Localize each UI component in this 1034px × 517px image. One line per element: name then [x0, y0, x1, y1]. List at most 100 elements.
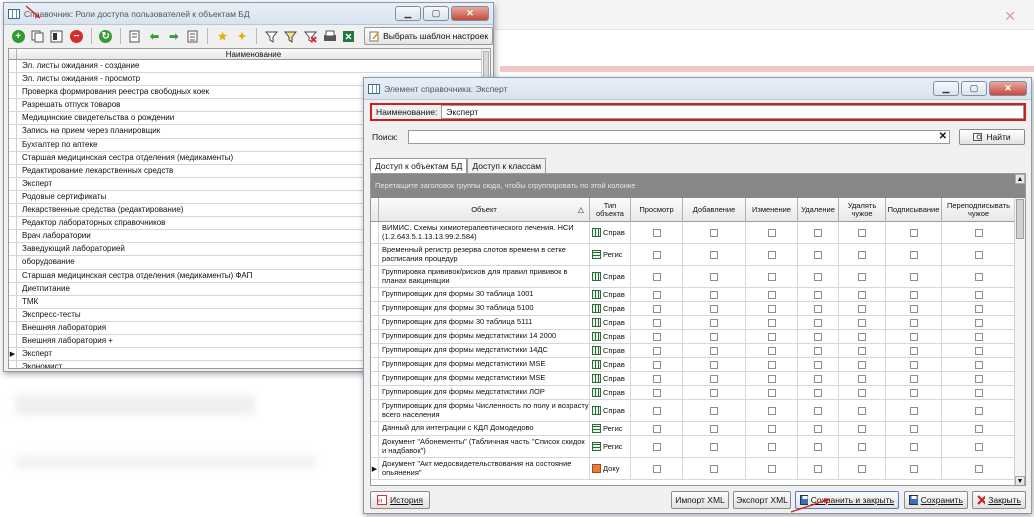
permission-checkbox[interactable] — [974, 360, 983, 369]
search-input[interactable]: ✕ — [408, 130, 950, 144]
permission-checkbox[interactable] — [909, 272, 918, 281]
permission-checkbox[interactable] — [909, 388, 918, 397]
column-header[interactable]: Просмотр — [631, 198, 683, 222]
permission-checkbox[interactable] — [767, 228, 776, 237]
permission-checkbox[interactable] — [652, 318, 661, 327]
permission-checkbox[interactable] — [767, 290, 776, 299]
permission-checkbox[interactable] — [814, 250, 822, 259]
scrollbar-thumb[interactable] — [1016, 199, 1024, 239]
close-form-button[interactable]: Закрыть — [972, 491, 1026, 509]
permission-checkbox[interactable] — [909, 442, 918, 451]
permission-checkbox[interactable] — [858, 290, 866, 299]
clear-search-icon[interactable]: ✕ — [939, 131, 947, 143]
permission-checkbox[interactable] — [974, 250, 983, 259]
permission-checkbox[interactable] — [814, 332, 822, 341]
table-row[interactable]: Группировщик для формы медстатистики 14 … — [371, 330, 1016, 344]
permission-checkbox[interactable] — [974, 346, 983, 355]
permission-checkbox[interactable] — [814, 290, 822, 299]
permission-checkbox[interactable] — [909, 406, 918, 415]
table-row[interactable]: Группировщик для формы медстатистики 14Д… — [371, 344, 1016, 358]
permission-checkbox[interactable] — [974, 424, 983, 433]
permission-checkbox[interactable] — [767, 346, 776, 355]
permission-checkbox[interactable] — [652, 304, 661, 313]
permission-checkbox[interactable] — [909, 464, 918, 473]
permission-checkbox[interactable] — [974, 464, 983, 473]
permission-checkbox[interactable] — [909, 332, 918, 341]
permission-checkbox[interactable] — [652, 332, 661, 341]
column-header[interactable]: Удаление — [798, 198, 839, 222]
permission-checkbox[interactable] — [974, 374, 983, 383]
permission-checkbox[interactable] — [909, 250, 918, 259]
column-header[interactable]: Удалять чужое — [839, 198, 886, 222]
permission-checkbox[interactable] — [814, 318, 822, 327]
maximize-button[interactable]: ▢ — [423, 6, 449, 21]
permission-checkbox[interactable] — [814, 228, 822, 237]
table-row[interactable]: ВИМИС. Схемы химиотерапевтического лечен… — [371, 222, 1016, 244]
permission-checkbox[interactable] — [858, 424, 866, 433]
permission-checkbox[interactable] — [652, 360, 661, 369]
column-header[interactable]: Объект △ — [379, 198, 590, 222]
arrow-left-icon[interactable]: ⬅ — [146, 28, 162, 45]
permission-checkbox[interactable] — [974, 442, 983, 451]
permission-checkbox[interactable] — [814, 424, 822, 433]
refresh-icon[interactable]: ↻ — [98, 28, 114, 45]
permission-checkbox[interactable] — [858, 406, 866, 415]
permission-checkbox[interactable] — [858, 374, 866, 383]
print-icon[interactable] — [321, 28, 337, 45]
table-row[interactable]: Группировщик для формы медстатистики ЛОР… — [371, 386, 1016, 400]
table-row[interactable]: Группировщик для формы медстатистики MSE… — [371, 372, 1016, 386]
permission-checkbox[interactable] — [652, 346, 661, 355]
permission-checkbox[interactable] — [652, 272, 661, 281]
delete-icon[interactable]: − — [68, 28, 84, 45]
permission-checkbox[interactable] — [974, 332, 983, 341]
scroll-up-icon[interactable]: ▲ — [1015, 174, 1025, 184]
permission-checkbox[interactable] — [767, 406, 776, 415]
permission-checkbox[interactable] — [710, 360, 718, 369]
permission-checkbox[interactable] — [814, 388, 822, 397]
permission-checkbox[interactable] — [909, 228, 918, 237]
permission-checkbox[interactable] — [652, 374, 661, 383]
access-grid-scrollbar[interactable]: ▲ ▼ — [1014, 174, 1025, 485]
permission-checkbox[interactable] — [767, 442, 776, 451]
excel-icon[interactable] — [341, 28, 357, 45]
tab-db-objects-access[interactable]: Доступ к объектам БД — [370, 158, 468, 174]
permission-checkbox[interactable] — [652, 424, 661, 433]
filter-clear-icon[interactable] — [302, 28, 318, 45]
column-header[interactable]: Переподписывать чужое — [942, 198, 1016, 222]
permission-checkbox[interactable] — [710, 290, 718, 299]
permission-checkbox[interactable] — [974, 406, 983, 415]
column-header[interactable]: Тип объекта — [590, 198, 631, 222]
permission-checkbox[interactable] — [814, 406, 822, 415]
save-button[interactable]: Сохранить — [904, 491, 968, 509]
table-row[interactable]: Группировщик для формы 30 таблица 5100 Сп… — [371, 302, 1016, 316]
choose-template-button[interactable]: Выбрать шаблон настроек — [364, 27, 494, 45]
permission-checkbox[interactable] — [814, 346, 822, 355]
table-row[interactable]: Группировщик для формы 30 таблица 1001 Сп… — [371, 288, 1016, 302]
permission-checkbox[interactable] — [814, 360, 822, 369]
permission-checkbox[interactable] — [858, 250, 866, 259]
table-row[interactable]: ▶ Документ "Акт медосвидетельствования на… — [371, 458, 1016, 480]
permission-checkbox[interactable] — [710, 442, 718, 451]
column-header[interactable]: Добавление — [683, 198, 746, 222]
table-row[interactable]: Группировщик для формы медстатистики MSE… — [371, 358, 1016, 372]
list-item[interactable]: Эл. листы ожидания - создание — [9, 60, 490, 74]
element-window-titlebar[interactable]: Элемент справочника: Эксперт ▁ ▢ ✕ — [364, 78, 1031, 100]
permission-checkbox[interactable] — [767, 304, 776, 313]
permission-checkbox[interactable] — [767, 424, 776, 433]
filter-settings-icon[interactable] — [283, 28, 299, 45]
import-xml-button[interactable]: Импорт XML — [671, 491, 729, 509]
permission-checkbox[interactable] — [858, 346, 866, 355]
list-icon[interactable] — [185, 28, 201, 45]
close-button[interactable]: ✕ — [451, 6, 489, 21]
permission-checkbox[interactable] — [652, 388, 661, 397]
permission-checkbox[interactable] — [710, 346, 718, 355]
scroll-down-icon[interactable]: ▼ — [1015, 476, 1025, 485]
roles-window-titlebar[interactable]: Справочник: Роли доступа пользователей к… — [4, 3, 493, 25]
group-by-panel[interactable]: Перетащите заголовок группы сюда, чтобы … — [371, 174, 1025, 198]
permission-checkbox[interactable] — [858, 228, 866, 237]
permission-checkbox[interactable] — [652, 442, 661, 451]
permission-checkbox[interactable] — [974, 290, 983, 299]
permission-checkbox[interactable] — [710, 374, 718, 383]
hierarchy-icon[interactable] — [127, 28, 143, 45]
permission-checkbox[interactable] — [710, 304, 718, 313]
